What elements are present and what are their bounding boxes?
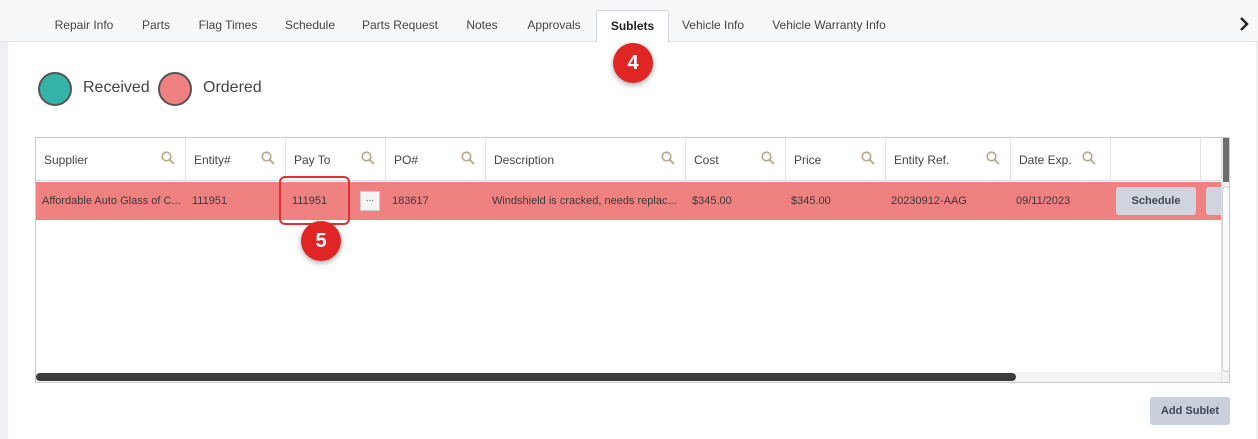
column-header-label: Entity Ref. (894, 153, 950, 167)
column-entity-ref[interactable]: Entity Ref. (886, 138, 1011, 181)
column-entity[interactable]: Entity# (186, 138, 286, 181)
vertical-scrollbar-thumb[interactable] (1223, 138, 1229, 182)
search-icon[interactable] (861, 151, 875, 165)
search-icon[interactable] (461, 151, 475, 165)
column-price[interactable]: Price (786, 138, 886, 181)
pay-to-highlight (279, 176, 350, 225)
search-icon[interactable] (986, 151, 1000, 165)
ordered-color-swatch (158, 72, 192, 106)
column-header-label: Date Exp. (1019, 153, 1072, 167)
cell-date-exp: 09/11/2023 (1016, 195, 1071, 207)
column-header-label: Supplier (44, 153, 89, 167)
cell-description: Windshield is cracked, needs replac... (492, 195, 677, 207)
column-po[interactable]: PO# (386, 138, 486, 181)
column-supplier[interactable]: Supplier (36, 138, 186, 181)
tab-sublets[interactable]: Sublets (596, 10, 669, 43)
legend-ordered: Ordered (158, 72, 278, 106)
column-description[interactable]: Description (486, 138, 686, 181)
tab-notes[interactable]: Notes (452, 10, 512, 42)
column-header-label: Pay To (294, 153, 331, 167)
tab-vehicle-info[interactable]: Vehicle Info (669, 10, 757, 42)
legend-ordered-label: Ordered (203, 79, 262, 96)
chevron-right-icon[interactable] (1238, 16, 1250, 32)
search-icon[interactable] (361, 151, 375, 165)
schedule-button[interactable]: Schedule (1116, 187, 1196, 215)
search-icon[interactable] (161, 151, 175, 165)
tab-approvals[interactable]: Approvals (512, 10, 596, 42)
cell-po: 183617 (392, 195, 429, 207)
tab-flag-times[interactable]: Flag Times (184, 10, 272, 42)
grid-header: Supplier Entity# Pay To PO# Description … (36, 138, 1229, 181)
cell-price: $345.00 (791, 195, 831, 207)
legend-received: Received (38, 72, 158, 106)
table-row[interactable]: Affordable Auto Glass of C... 111951 111… (36, 182, 1229, 220)
search-icon[interactable] (661, 151, 675, 165)
cell-cost: $345.00 (692, 195, 732, 207)
search-icon[interactable] (1082, 151, 1096, 165)
sublets-grid: Supplier Entity# Pay To PO# Description … (35, 137, 1230, 383)
column-header-label: Description (494, 153, 555, 167)
received-color-swatch (38, 72, 72, 106)
tab-repair-info[interactable]: Repair Info (40, 10, 128, 42)
sublets-panel: Received Ordered Supplier Entity# Pay To… (8, 42, 1256, 439)
tab-parts-request[interactable]: Parts Request (348, 10, 452, 42)
tab-bar: Repair Info Parts Flag Times Schedule Pa… (0, 0, 1258, 43)
cell-supplier: Affordable Auto Glass of C... (42, 195, 181, 207)
vertical-scrollbar-lower[interactable] (1222, 186, 1229, 372)
step-callout-4: 4 (613, 43, 653, 83)
column-header-label: Entity# (194, 153, 231, 167)
cell-entity: 111951 (192, 195, 228, 207)
legend-received-label: Received (83, 79, 150, 96)
search-icon[interactable] (761, 151, 775, 165)
column-header-label: Cost (694, 153, 719, 167)
column-actions (1111, 138, 1201, 181)
column-header-label: PO# (394, 153, 419, 167)
column-date-exp[interactable]: Date Exp. (1011, 138, 1111, 181)
tab-schedule[interactable]: Schedule (272, 10, 348, 42)
search-icon[interactable] (261, 151, 275, 165)
column-cost[interactable]: Cost (686, 138, 786, 181)
add-sublet-button[interactable]: Add Sublet (1150, 397, 1230, 425)
step-callout-5: 5 (301, 221, 341, 261)
column-pay-to[interactable]: Pay To (286, 138, 386, 181)
column-header-label: Price (794, 153, 822, 167)
tab-vehicle-warranty-info[interactable]: Vehicle Warranty Info (757, 10, 901, 42)
horizontal-scrollbar-thumb[interactable] (36, 373, 1016, 381)
pay-to-lookup-button[interactable]: ... (360, 191, 380, 211)
cell-entity-ref: 20230912-AAG (891, 195, 967, 207)
tab-parts[interactable]: Parts (128, 10, 184, 42)
